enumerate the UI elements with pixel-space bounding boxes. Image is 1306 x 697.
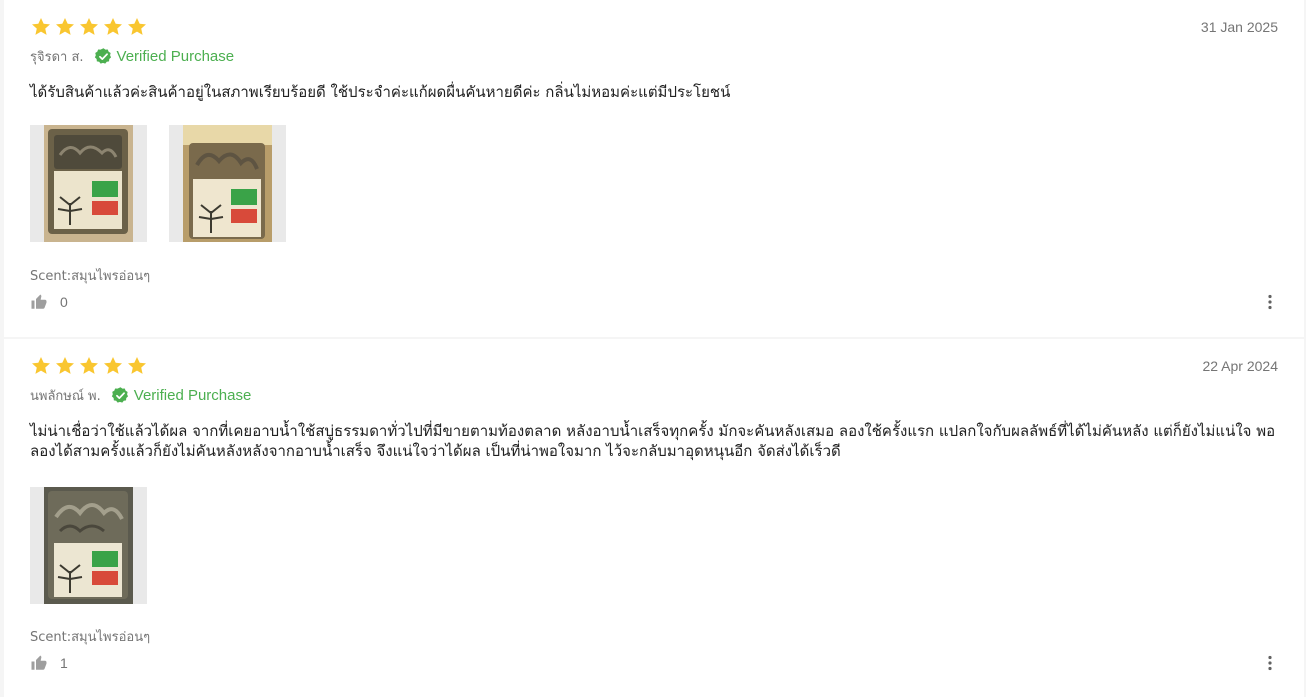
review-photos: [30, 487, 147, 604]
reviewer-info: นพลักษณ์ พ. Verified Purchase: [30, 384, 251, 406]
scent-variant: Scent:สมุนไพรอ่อนๆ: [30, 630, 151, 645]
star-icon: [104, 357, 122, 374]
more-options-button[interactable]: [1262, 653, 1278, 673]
star-icon: [32, 18, 50, 35]
review-date: 22 Apr 2024: [1202, 358, 1278, 374]
review-card: 22 Apr 2024 นพลักษณ์ พ. Verified Purchas…: [4, 339, 1304, 697]
like-count: 0: [60, 294, 68, 310]
review-photo[interactable]: [30, 125, 147, 242]
review-photo[interactable]: [30, 487, 147, 604]
verified-badge: Verified Purchase: [111, 386, 252, 405]
star-icon: [80, 18, 98, 35]
star-rating: [30, 16, 148, 38]
more-options-button[interactable]: [1262, 292, 1278, 312]
thumbs-up-icon: [31, 655, 47, 670]
star-icon: [104, 18, 122, 35]
reviews-page: 31 Jan 2025 รุจิรดา ส. Verified Purchase…: [0, 0, 1306, 697]
review-date: 31 Jan 2025: [1200, 19, 1278, 35]
like-button[interactable]: 1: [30, 653, 68, 673]
reviewer-name: นพลักษณ์ พ.: [30, 388, 101, 404]
star-icon: [56, 357, 74, 374]
star-icon: [80, 357, 98, 374]
reviewer-info: รุจิรดา ส. Verified Purchase: [30, 45, 234, 67]
review-card: 31 Jan 2025 รุจิรดา ส. Verified Purchase…: [4, 0, 1304, 337]
star-icon: [128, 18, 146, 35]
star-icon: [32, 357, 50, 374]
star-icon: [128, 357, 146, 374]
star-icon: [56, 18, 74, 35]
review-photo[interactable]: [169, 125, 286, 242]
verified-label: Verified Purchase: [133, 386, 252, 404]
like-count: 1: [60, 655, 68, 671]
more-vertical-icon: [1268, 294, 1272, 310]
review-photos: [30, 125, 286, 242]
verified-check-icon: [94, 47, 111, 64]
verified-badge: Verified Purchase: [94, 47, 235, 66]
review-text: ได้รับสินค้าแล้วค่ะสินค้าอยู่ในสภาพเรียบ…: [30, 83, 731, 101]
more-vertical-icon: [1268, 655, 1272, 671]
thumbs-up-icon: [31, 294, 47, 309]
scent-variant: Scent:สมุนไพรอ่อนๆ: [30, 269, 151, 284]
star-rating: [30, 355, 148, 377]
reviewer-name: รุจิรดา ส.: [30, 49, 84, 65]
like-button[interactable]: 0: [30, 292, 68, 312]
verified-check-icon: [111, 386, 128, 403]
review-text: ไม่น่าเชื่อว่าใช้แล้วได้ผล จากที่เคยอาบน…: [30, 422, 1276, 460]
verified-label: Verified Purchase: [116, 47, 235, 65]
